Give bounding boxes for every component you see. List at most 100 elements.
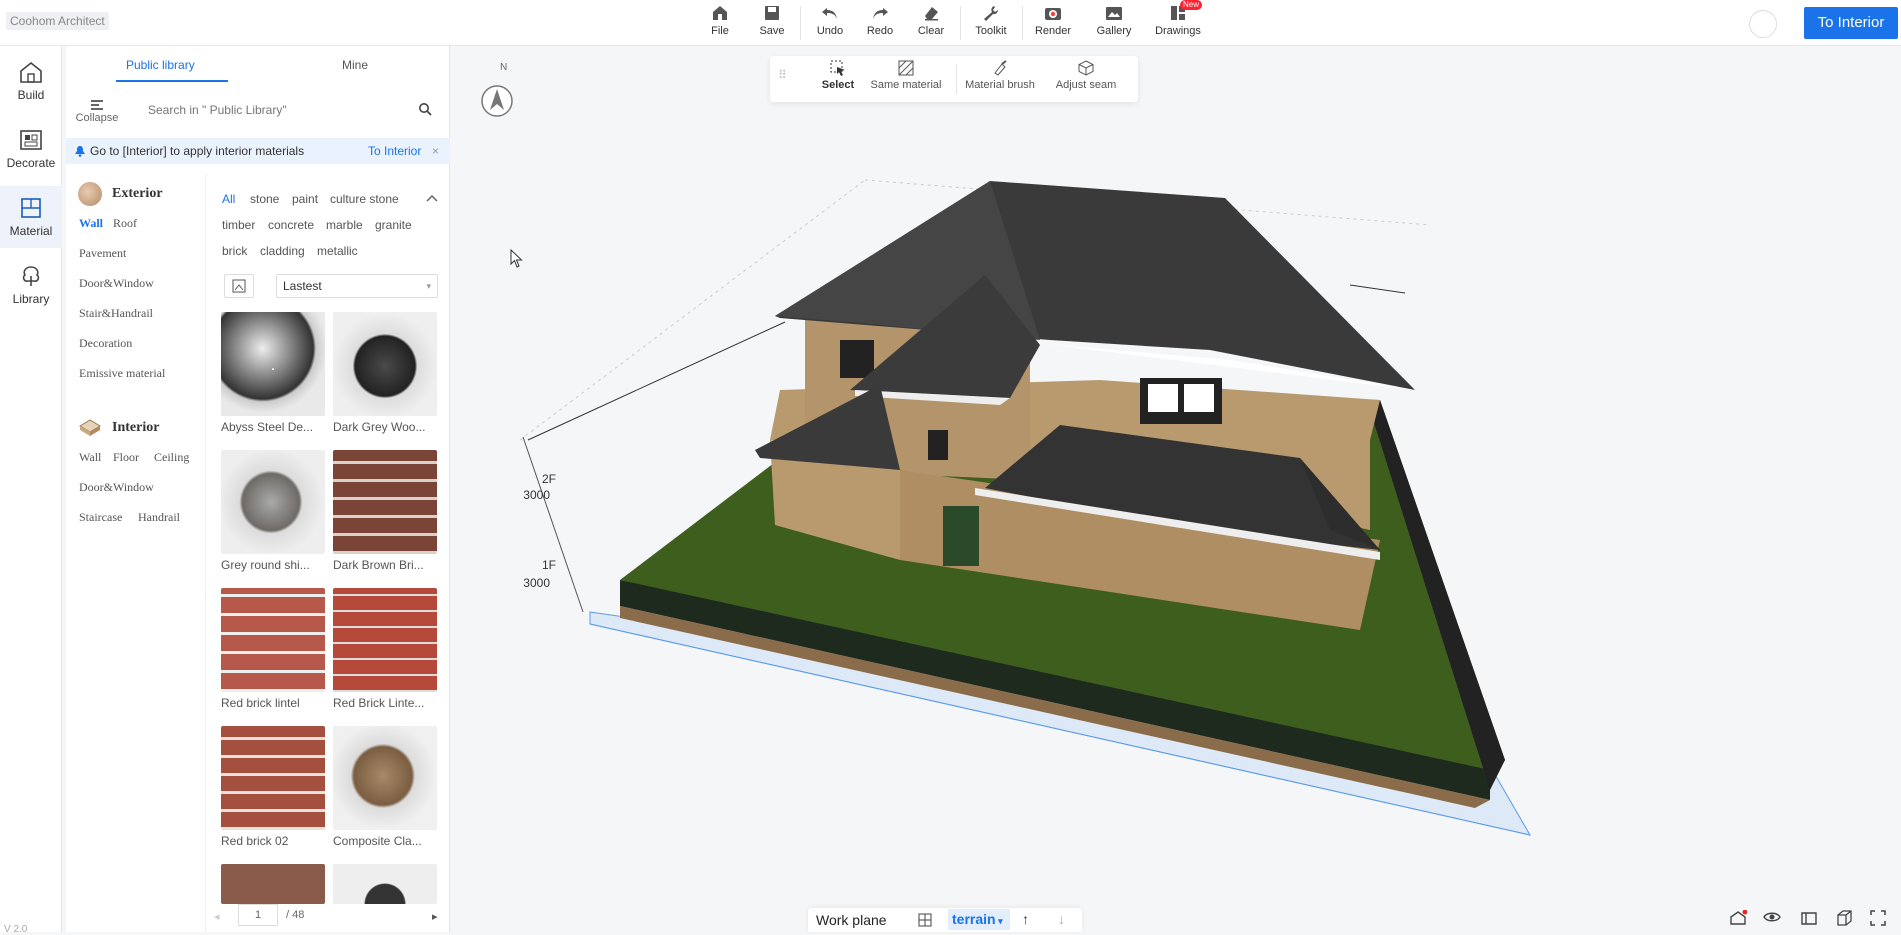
chevron-up-icon[interactable]	[426, 194, 438, 202]
category-exterior-door-window[interactable]: Door&Window	[79, 276, 154, 291]
rail-decorate[interactable]: Decorate	[0, 118, 62, 180]
eye-icon[interactable]	[1763, 910, 1781, 924]
material-thumb[interactable]	[221, 588, 325, 692]
floor-2f-label: 2F	[541, 472, 556, 486]
divider	[800, 6, 801, 40]
category-stair-handrail[interactable]: Stair&Handrail	[79, 306, 153, 321]
tag-all[interactable]: All	[222, 192, 235, 206]
material-thumb[interactable]	[333, 726, 437, 830]
view-toggle-button[interactable]	[224, 274, 254, 298]
floor-down-icon[interactable]: ↓	[1058, 911, 1065, 927]
save-button[interactable]: Save	[744, 4, 800, 42]
material-brush-button[interactable]: Material brush	[960, 60, 1040, 91]
render-label: Render	[1034, 25, 1072, 37]
material-label: Grey round shi...	[221, 558, 310, 572]
3d-view-icon[interactable]	[1835, 910, 1853, 926]
collapse-icon	[91, 100, 103, 110]
fullscreen-icon[interactable]	[1870, 910, 1886, 926]
select-tool-button[interactable]: Select	[818, 60, 858, 91]
tag-concrete[interactable]: concrete	[268, 218, 314, 232]
tag-paint[interactable]: paint	[292, 192, 318, 206]
next-page-icon[interactable]: ▸	[432, 910, 438, 923]
search-input[interactable]	[144, 96, 434, 124]
clear-label: Clear	[917, 25, 945, 37]
tag-granite[interactable]: granite	[375, 218, 412, 232]
material-thumb[interactable]	[221, 312, 325, 416]
redo-button[interactable]: Redo	[852, 4, 908, 42]
material-thumb[interactable]	[333, 312, 437, 416]
same-material-button[interactable]: Same material	[868, 60, 944, 91]
rail-library[interactable]: Library	[0, 254, 62, 316]
sort-value: Lastest	[283, 279, 322, 293]
category-ceiling[interactable]: Ceiling	[154, 450, 189, 465]
category-interior-door-window[interactable]: Door&Window	[79, 480, 154, 495]
house-view-icon[interactable]	[1729, 910, 1747, 926]
clear-button[interactable]: Clear	[903, 4, 959, 42]
material-thumb[interactable]	[333, 450, 437, 554]
category-staircase[interactable]: Staircase	[79, 510, 122, 525]
page-input[interactable]: 1	[238, 904, 278, 926]
gallery-button[interactable]: Gallery	[1086, 4, 1142, 42]
category-pavement[interactable]: Pavement	[79, 246, 126, 261]
rail-library-label: Library	[12, 292, 50, 306]
interior-heading: Interior	[112, 420, 160, 435]
sort-select[interactable]: Lastest ▾	[276, 274, 438, 298]
chevron-down-icon: ▾	[426, 281, 431, 291]
material-thumb[interactable]	[333, 864, 437, 904]
3d-viewport[interactable]: N 2F 3000 1F 3000	[452, 46, 1901, 932]
tag-metallic[interactable]: metallic	[317, 244, 358, 258]
render-button[interactable]: Render	[1025, 4, 1081, 42]
category-exterior-wall[interactable]: Wall	[79, 216, 103, 231]
rail-build-label: Build	[17, 88, 45, 102]
category-handrail[interactable]: Handrail	[138, 510, 180, 525]
notice-text: Go to [Interior] to apply interior mater…	[90, 144, 305, 158]
gallery-label: Gallery	[1096, 25, 1132, 37]
avatar[interactable]	[1749, 10, 1777, 38]
exterior-icon	[78, 182, 102, 206]
category-interior-wall[interactable]: Wall	[79, 450, 101, 465]
notice-to-interior-link[interactable]: To Interior	[368, 138, 421, 164]
adjust-seam-button[interactable]: Adjust seam	[1048, 60, 1124, 91]
tag-marble[interactable]: marble	[326, 218, 363, 232]
top-toolbar: Coohom Architect File Save Undo Redo Cle…	[0, 0, 1901, 46]
rail-build[interactable]: Build	[0, 50, 62, 112]
material-thumb[interactable]	[221, 450, 325, 554]
close-icon[interactable]: ×	[432, 138, 439, 164]
category-emissive-material[interactable]: Emissive material	[79, 366, 165, 381]
prev-page-icon[interactable]: ◂	[214, 910, 220, 923]
redo-label: Redo	[866, 25, 894, 37]
material-thumb[interactable]	[333, 588, 437, 692]
category-decoration[interactable]: Decoration	[79, 336, 132, 351]
collapse-button[interactable]: Collapse	[74, 100, 120, 124]
material-thumb[interactable]	[221, 726, 325, 830]
rail-material[interactable]: Material	[0, 186, 62, 248]
divider	[960, 6, 961, 40]
tab-public-library[interactable]: Public library	[126, 58, 195, 72]
undo-button[interactable]: Undo	[802, 4, 858, 42]
layer-select[interactable]: terrain ▾	[948, 909, 1010, 930]
save-label: Save	[759, 25, 785, 37]
category-exterior-roof[interactable]: Roof	[113, 216, 137, 231]
floor-up-icon[interactable]: ↑	[1022, 911, 1029, 927]
bell-icon	[75, 146, 85, 157]
tag-stone[interactable]: stone	[250, 192, 279, 206]
image-view-icon	[232, 279, 246, 293]
tag-timber[interactable]: timber	[222, 218, 255, 232]
toolkit-button[interactable]: Toolkit	[963, 4, 1019, 42]
rail-material-label: Material	[9, 224, 53, 238]
material-thumb[interactable]	[221, 864, 325, 904]
file-button[interactable]: File	[692, 4, 748, 42]
category-floor[interactable]: Floor	[113, 450, 139, 465]
tab-mine[interactable]: Mine	[342, 58, 368, 72]
to-interior-button[interactable]: To Interior	[1804, 7, 1898, 39]
search-icon[interactable]	[418, 102, 432, 116]
drag-handle-icon[interactable]: ⠿	[778, 68, 787, 82]
house-model[interactable]	[452, 46, 1901, 932]
tag-cladding[interactable]: cladding	[260, 244, 305, 258]
tag-brick[interactable]: brick	[222, 244, 247, 258]
plan-view-icon[interactable]	[1800, 910, 1818, 926]
work-plane-label[interactable]: Work plane	[816, 912, 887, 928]
grid-add-icon[interactable]	[918, 913, 934, 929]
tag-culture-stone[interactable]: culture stone	[330, 192, 399, 206]
drawings-button[interactable]: Drawings New	[1150, 0, 1206, 42]
